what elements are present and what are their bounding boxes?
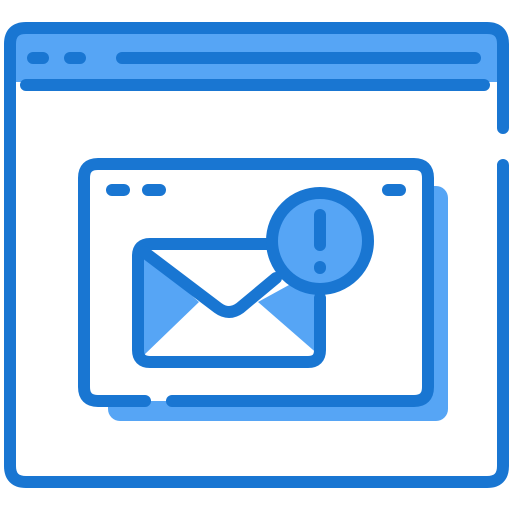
exclamation-badge-icon (266, 187, 374, 295)
icon-canvas (0, 0, 512, 512)
browser-email-alert-icon (4, 22, 509, 488)
